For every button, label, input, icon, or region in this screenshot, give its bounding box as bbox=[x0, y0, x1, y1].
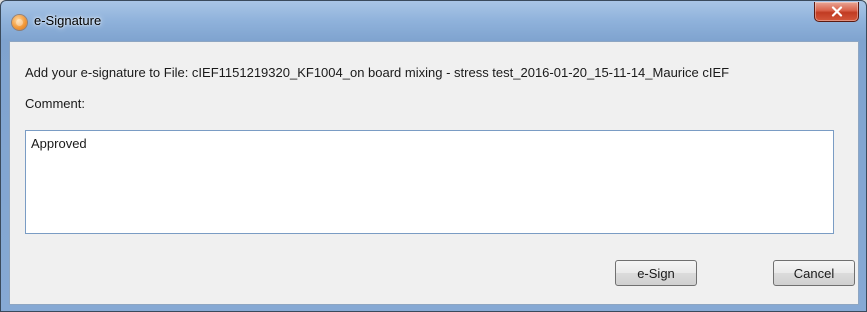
comment-input[interactable]: Approved bbox=[25, 130, 834, 234]
title-bar[interactable]: e-Signature bbox=[1, 1, 866, 41]
signature-prompt: Add your e-signature to File: cIEF115121… bbox=[25, 65, 730, 80]
dialog-body: Add your e-signature to File: cIEF115121… bbox=[9, 41, 859, 305]
app-logo-icon bbox=[12, 15, 27, 30]
e-sign-button[interactable]: e-Sign bbox=[615, 260, 697, 286]
comment-label: Comment: bbox=[25, 96, 85, 111]
window-title: e-Signature bbox=[34, 13, 102, 28]
close-button[interactable] bbox=[814, 2, 859, 22]
e-signature-window: e-Signature Add your e-signature to File… bbox=[0, 0, 867, 312]
cancel-button[interactable]: Cancel bbox=[773, 260, 855, 286]
close-icon bbox=[831, 6, 842, 17]
